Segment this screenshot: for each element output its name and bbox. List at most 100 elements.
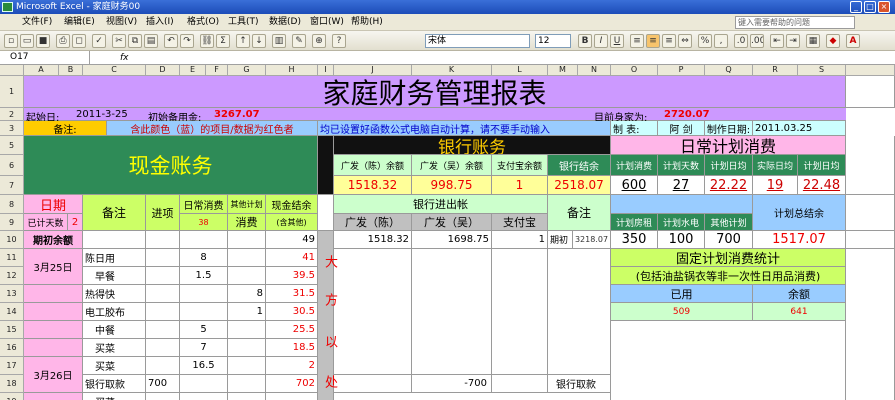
name-box[interactable]: O17 — [0, 51, 90, 65]
col-other-header[interactable]: 其他计划 — [228, 195, 266, 214]
entry-income[interactable] — [146, 285, 180, 303]
report-title[interactable]: 家庭财务管理报表 — [24, 76, 846, 108]
col-header-o[interactable]: O — [611, 65, 658, 76]
copy-icon[interactable]: ⧉ — [128, 34, 142, 48]
menu-file[interactable]: 文件(F) — [22, 16, 52, 29]
cell[interactable] — [492, 249, 548, 375]
col-header-i[interactable]: I — [318, 65, 334, 76]
daily-val-avg2[interactable]: 22.48 — [798, 176, 846, 195]
cell[interactable] — [846, 76, 895, 108]
indent-decrease-icon[interactable]: ⇤ — [770, 34, 784, 48]
undo-icon[interactable]: ↶ — [164, 34, 178, 48]
entry-income[interactable] — [146, 267, 180, 285]
indent-increase-icon[interactable]: ⇥ — [786, 34, 800, 48]
fill-color-icon[interactable]: ◆ — [826, 34, 840, 48]
row-header-7[interactable]: 7 — [0, 176, 24, 195]
entry-other[interactable] — [228, 393, 266, 400]
cell[interactable] — [334, 393, 611, 400]
entry-note[interactable]: 买菜 — [83, 393, 146, 400]
entry-cash[interactable]: 39.5 — [266, 267, 318, 285]
entry-daily[interactable]: 8 — [180, 249, 228, 267]
entry-cash[interactable]: 25.5 — [266, 321, 318, 339]
entry-bank-note[interactable]: 银行取款 — [548, 375, 611, 393]
col-header-b[interactable]: B — [59, 65, 83, 76]
plan-val-other[interactable]: 700 — [705, 231, 753, 249]
zoom-icon[interactable]: ⊕ — [312, 34, 326, 48]
row-header-9[interactable]: 9 — [0, 214, 24, 231]
bank-hdr-zfb[interactable]: 支付宝余额 — [492, 155, 548, 176]
entry-other[interactable] — [228, 321, 266, 339]
days-value[interactable]: 2 — [68, 214, 83, 231]
plan-val-rent[interactable]: 350 — [611, 231, 658, 249]
help-icon[interactable]: ? — [332, 34, 346, 48]
entry-income[interactable]: 700 — [146, 375, 180, 393]
col-header-r[interactable]: R — [753, 65, 798, 76]
cell[interactable] — [492, 375, 548, 393]
print-icon[interactable]: ⎙ — [56, 34, 70, 48]
row-header-18[interactable]: 18 — [0, 375, 24, 393]
help-search-input[interactable]: 键入需要帮助的问题 — [735, 16, 855, 29]
entry-income[interactable] — [146, 249, 180, 267]
row-header-19[interactable]: 19 — [0, 393, 24, 400]
entry-cash[interactable]: 30.5 — [266, 303, 318, 321]
row-header-11[interactable]: 11 — [0, 249, 24, 267]
note-label[interactable]: 备注: — [24, 121, 107, 136]
entry-note[interactable]: 买菜 — [83, 357, 146, 375]
col-header-j[interactable]: J — [334, 65, 412, 76]
daily-val-actual[interactable]: 19 — [753, 176, 798, 195]
entry-other[interactable] — [228, 357, 266, 375]
col-other-sub[interactable]: 消费 — [228, 214, 266, 231]
bank-note-header[interactable]: 备注 — [548, 195, 611, 231]
percent-button[interactable]: % — [698, 34, 712, 48]
menu-tools[interactable]: 工具(T) — [228, 16, 259, 29]
col-income-header[interactable]: 进项 — [146, 195, 180, 231]
entry-bank-wu[interactable]: -700 — [412, 375, 492, 393]
plan-hdr-rent[interactable]: 计划房租 — [611, 214, 658, 231]
used-label[interactable]: 已用 — [611, 285, 753, 303]
entry-note[interactable]: 中餐 — [83, 321, 146, 339]
entry-note[interactable]: 银行取款 — [83, 375, 146, 393]
used-value[interactable]: 509 — [611, 303, 753, 321]
row-header-2[interactable]: 2 — [0, 108, 24, 121]
menu-data[interactable]: 数据(D) — [269, 16, 301, 29]
cell[interactable] — [334, 249, 412, 375]
row-header-3[interactable]: 3 — [0, 121, 24, 136]
new-icon[interactable]: ▫ — [4, 34, 18, 48]
bank-io-header[interactable]: 银行进出帐 — [334, 195, 548, 214]
bank-io-zfb[interactable]: 支付宝 — [492, 214, 548, 231]
entry-date[interactable] — [24, 321, 83, 339]
col-header-g[interactable]: G — [228, 65, 266, 76]
cell[interactable] — [318, 136, 334, 195]
open-icon[interactable]: ▭ — [20, 34, 34, 48]
col-header-c[interactable]: C — [83, 65, 146, 76]
row-header-1[interactable]: 1 — [0, 76, 24, 108]
daily-hdr-plan[interactable]: 计划消费 — [611, 155, 658, 176]
maximize-button[interactable]: □ — [864, 1, 876, 13]
entry-cash[interactable]: 31.5 — [266, 285, 318, 303]
daily-plan-title[interactable]: 日常计划消费 — [611, 136, 846, 155]
entry-cash[interactable] — [266, 393, 318, 400]
cell[interactable] — [180, 231, 228, 249]
entry-date[interactable] — [24, 393, 83, 400]
plan-hdr-utility[interactable]: 计划水电 — [658, 214, 705, 231]
entry-income[interactable] — [146, 393, 180, 400]
entry-note[interactable]: 热得快 — [83, 285, 146, 303]
plan-total-header[interactable]: 计划总结余 — [753, 195, 846, 231]
col-header-s[interactable]: S — [798, 65, 846, 76]
entry-date[interactable]: 3月25日 — [24, 249, 83, 285]
menu-format[interactable]: 格式(O) — [187, 16, 219, 29]
italic-button[interactable]: I — [594, 34, 608, 48]
entry-other[interactable]: 1 — [228, 303, 266, 321]
row-header-8[interactable]: 8 — [0, 195, 24, 214]
entry-other[interactable] — [228, 339, 266, 357]
fixed-plan-subtitle[interactable]: (包括油盐锅衣等非一次性日用品消费) — [611, 267, 846, 285]
bank-hdr-chen[interactable]: 广发（陈）余额 — [334, 155, 412, 176]
worksheet-grid[interactable]: A B C D E F G H I J K L M N O P Q R S 1 … — [0, 65, 895, 400]
entry-income[interactable] — [146, 303, 180, 321]
bank-hdr-wu[interactable]: 广发（吴）余额 — [412, 155, 492, 176]
daily-hdr-actual[interactable]: 实际日均 — [753, 155, 798, 176]
col-note-header[interactable]: 备注 — [83, 195, 146, 231]
daily-val-avg[interactable]: 22.22 — [705, 176, 753, 195]
paste-icon[interactable]: ▤ — [144, 34, 158, 48]
cell[interactable] — [412, 249, 492, 375]
